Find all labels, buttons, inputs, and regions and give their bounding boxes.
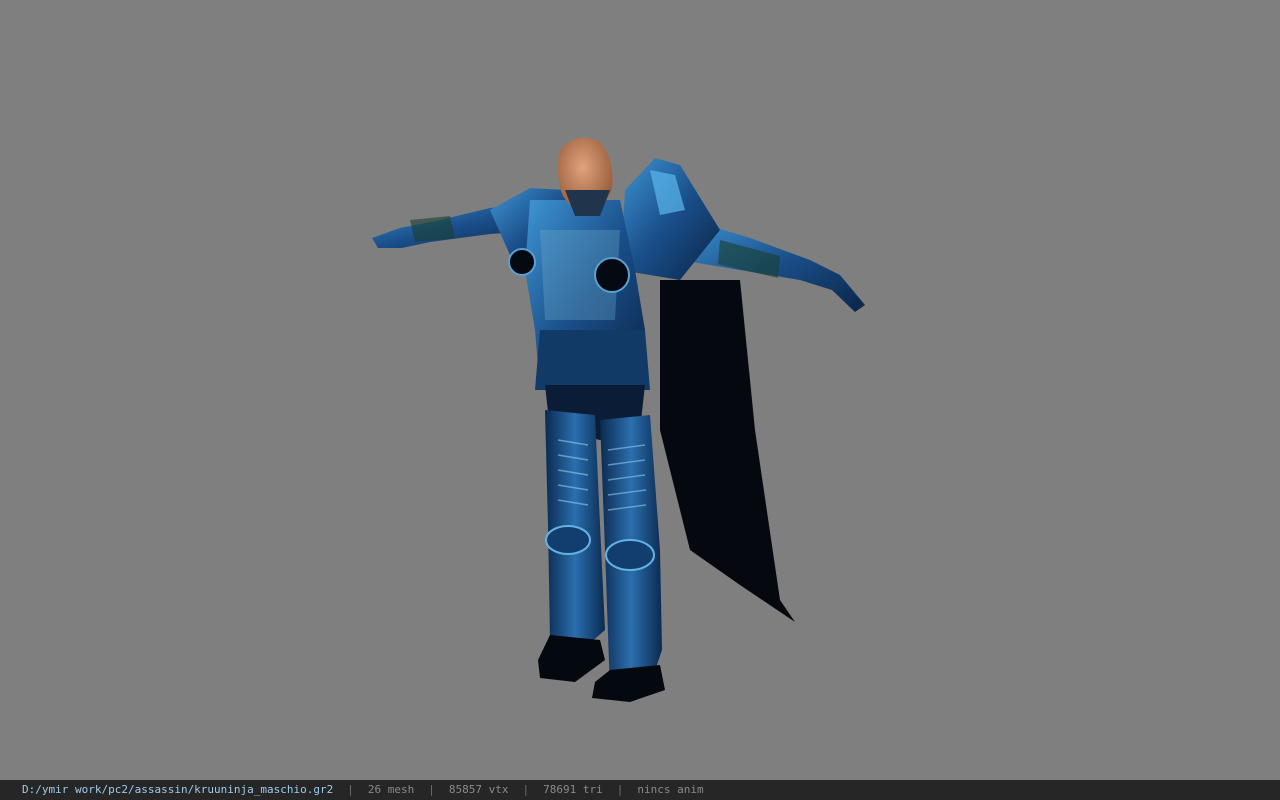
character-model[interactable] <box>360 130 880 710</box>
cape <box>660 280 795 622</box>
file-path: D:/ymir work/pc2/assassin/kruuninja_masc… <box>22 783 334 796</box>
triangle-count: 78691 tri <box>543 783 603 796</box>
vertex-count: 85857 vtx <box>448 783 509 796</box>
3d-viewport[interactable] <box>0 0 1280 780</box>
animation-status: nincs anim <box>637 783 704 796</box>
separator: | <box>428 783 435 796</box>
right-boot <box>592 665 665 702</box>
separator: | <box>347 783 354 796</box>
mesh-count: 26 mesh <box>367 783 415 796</box>
separator: | <box>616 783 624 796</box>
separator: | <box>522 783 530 796</box>
status-bar: D:/ymir work/pc2/assassin/kruuninja_masc… <box>0 780 1280 800</box>
left-boot <box>538 635 605 682</box>
